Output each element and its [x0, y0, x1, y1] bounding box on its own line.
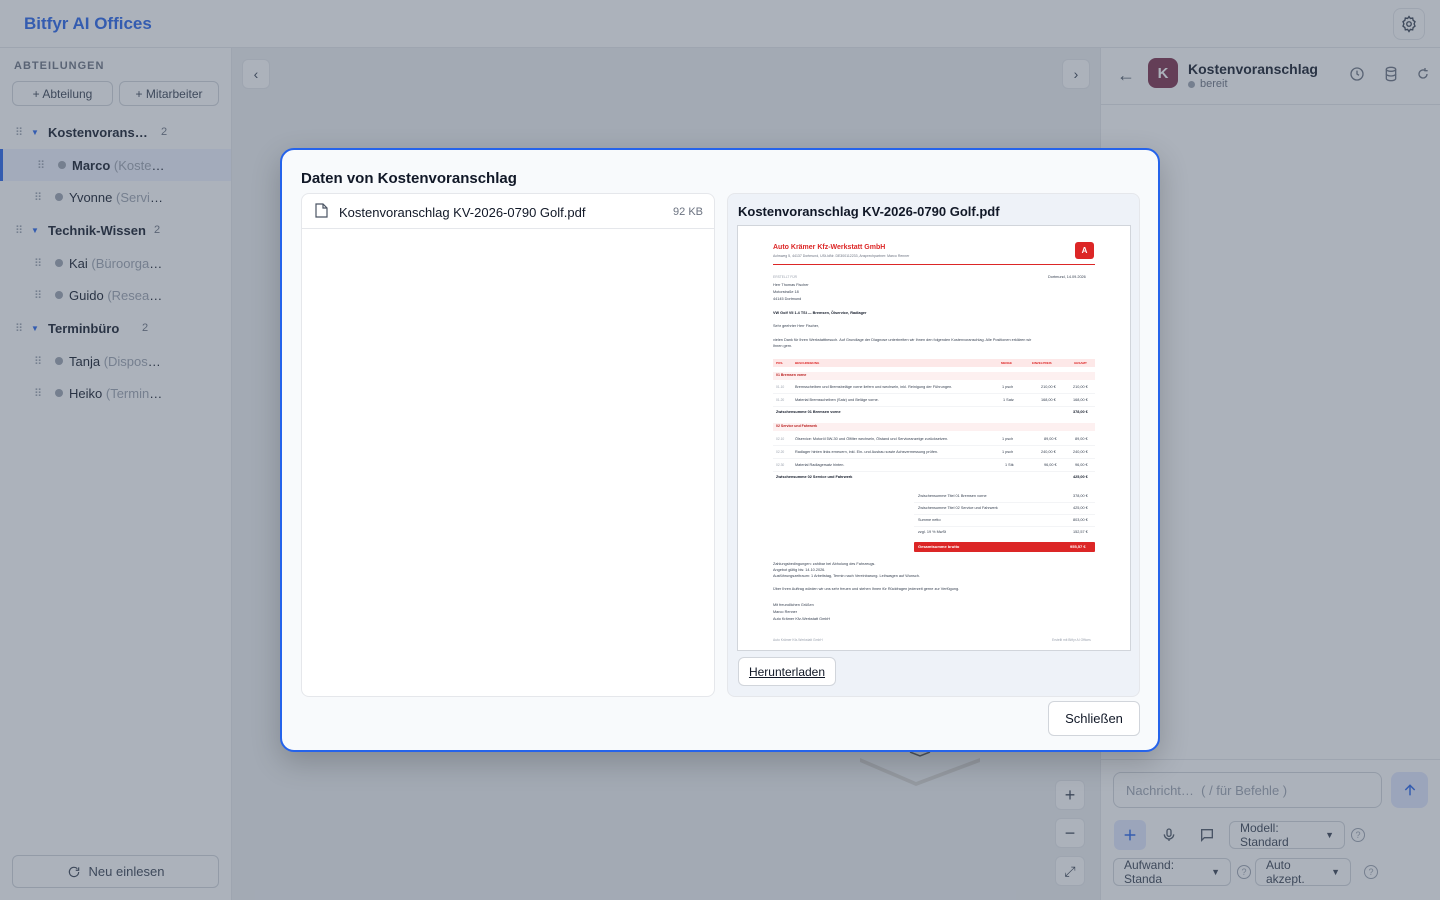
pdf-row-divider: [914, 514, 1095, 515]
file-size: 92 KB: [673, 206, 703, 218]
pdf-summary-value: 378,00 €: [1073, 494, 1088, 498]
pdf-subtotal-value: 378,00 €: [1073, 410, 1088, 414]
pdf-row-divider: [773, 445, 1095, 446]
pdf-row-unit: 89,00 €: [1044, 437, 1057, 441]
pdf-row-qty: 1 psch: [1002, 450, 1014, 454]
data-modal: Daten von Kostenvoranschlag Kostenvorans…: [280, 148, 1160, 752]
pdf-row-desc: Bremsscheiben und Bremsbeläge vorne lief…: [795, 385, 953, 389]
pdf-logo: A: [1075, 242, 1094, 259]
pdf-row-unit: 168,00 €: [1041, 398, 1056, 402]
pdf-row-pos: 01.10: [776, 385, 785, 389]
pdf-terms-line: Zahlungsbedingungen: zahlbar bei Abholun…: [773, 562, 876, 566]
pdf-recipient-line: 44145 Dortmund: [773, 297, 802, 301]
pdf-row-pos: 02.20: [776, 450, 785, 454]
pdf-gross-label: Gesamtsumme brutto: [918, 544, 960, 549]
pdf-th-total: GESAMT: [1074, 361, 1087, 365]
pdf-th-desc: BESCHREIBUNG: [795, 361, 820, 365]
pdf-gross-value: 955,57 €: [1070, 544, 1086, 549]
pdf-subtotal-value: 425,00 €: [1073, 475, 1088, 479]
pdf-salutation: Sehr geehrter Herr Fischer,: [773, 324, 820, 328]
pdf-divider: [773, 264, 1095, 265]
file-icon: [315, 203, 328, 218]
pdf-row-desc: Ölservice: Motoröl 5W-30 und Ölfilter we…: [795, 437, 949, 441]
pdf-section-title: 02 Service und Fahrwerk: [776, 424, 818, 428]
pdf-row-divider: [914, 526, 1095, 527]
pdf-section-title: 01 Bremsen vorne: [776, 373, 807, 377]
pdf-row-total: 210,00 €: [1073, 385, 1088, 389]
pdf-row-pos: 02.10: [776, 437, 785, 441]
pdf-summary-label: Zwischensumme Titel 02 Service und Fahrw…: [918, 506, 998, 510]
pdf-row-desc: Material Radlagersatz hinten.: [795, 463, 845, 467]
modal-title: Daten von Kostenvoranschlag: [301, 170, 517, 187]
file-preview: Kostenvoranschlag KV-2026-0790 Golf.pdf …: [727, 193, 1140, 697]
pdf-summary-value: 152,57 €: [1073, 530, 1088, 534]
pdf-row-divider: [773, 458, 1095, 459]
pdf-row-qty: 1 Satz: [1003, 398, 1014, 402]
pdf-row-desc: Radlager hinten links erneuern, inkl. Ei…: [795, 450, 939, 454]
pdf-signature-line: Auto Krämer Kfz-Werkstatt GmbH: [773, 617, 831, 621]
pdf-row-unit: 210,00 €: [1041, 385, 1056, 389]
pdf-summary-value: 425,00 €: [1073, 506, 1088, 510]
file-name: Kostenvoranschlag KV-2026-0790 Golf.pdf: [339, 205, 586, 220]
pdf-closing-note: Über Ihren Auftrag würden wir uns sehr f…: [773, 587, 960, 591]
file-row[interactable]: Kostenvoranschlag KV-2026-0790 Golf.pdf …: [302, 194, 714, 229]
pdf-signature-line: Mit freundlichen Grüßen: [773, 603, 814, 607]
pdf-th-unit: EINZELPREIS: [1032, 361, 1052, 365]
pdf-row-desc: Material Bremsscheiben (Satz) und Beläge…: [795, 398, 879, 402]
download-button[interactable]: Herunterladen: [738, 657, 836, 686]
file-list: Kostenvoranschlag KV-2026-0790 Golf.pdf …: [301, 193, 715, 697]
pdf-terms-line: Angebot gültig bis: 14.10.2026.: [773, 568, 826, 572]
pdf-row-total: 96,00 €: [1075, 463, 1088, 467]
pdf-row-pos: 02.30: [776, 463, 785, 467]
pdf-footer-right: Erstellt mit Bitfyr AI Offices: [1052, 638, 1091, 642]
pdf-summary-label: Summe netto: [918, 518, 941, 522]
pdf-subtotal-label: Zwischensumme 02 Service und Fahrwerk: [776, 475, 853, 479]
pdf-summary-value: 803,00 €: [1073, 518, 1088, 522]
pdf-section-header: [773, 372, 1095, 380]
pdf-row-total: 89,00 €: [1075, 437, 1088, 441]
pdf-th-pos: POS.: [776, 361, 784, 365]
pdf-row-divider: [773, 471, 1095, 472]
pdf-company: Auto Krämer Kfz-Werkstatt GmbH: [773, 244, 886, 251]
pdf-row-divider: [773, 406, 1095, 407]
pdf-section-header: [773, 423, 1095, 431]
pdf-row-unit: 96,00 €: [1044, 463, 1057, 467]
pdf-row-divider: [914, 502, 1095, 503]
pdf-row-pos: 01.20: [776, 398, 785, 402]
pdf-terms-line: Ausführungszeitraum: 1 Arbeitstag, Termi…: [773, 574, 920, 578]
pdf-row-qty: 1 psch: [1002, 437, 1014, 441]
pdf-document: Auto Krämer Kfz-Werkstatt GmbH Achsweg 5…: [738, 226, 1130, 650]
pdf-signature-line: Marco Renner: [773, 610, 798, 614]
pdf-prepared-for: ERSTELLT FÜR: [773, 275, 798, 279]
pdf-recipient-line: Herr Thomas Fischer: [773, 283, 809, 287]
pdf-address: Achsweg 5, 44137 Dortmund, USt-IdNr. DE3…: [773, 254, 910, 258]
pdf-subtotal-label: Zwischensumme 01 Bremsen vorne: [776, 410, 841, 414]
preview-title: Kostenvoranschlag KV-2026-0790 Golf.pdf: [738, 204, 1000, 219]
close-button[interactable]: Schließen: [1048, 701, 1140, 736]
pdf-row-qty: 1 psch: [1002, 385, 1014, 389]
pdf-recipient-line: Motorstraße 18: [773, 290, 799, 294]
pdf-row-qty: 1 Stk: [1005, 463, 1014, 467]
pdf-place-date: Dortmund, 14.09.2026: [1048, 275, 1086, 279]
pdf-subject: VW Golf VII 1.4 TSI — Bremsen, Ölservice…: [773, 311, 867, 315]
pdf-viewer[interactable]: Auto Krämer Kfz-Werkstatt GmbH Achsweg 5…: [737, 225, 1131, 651]
pdf-th-qty: MENGE: [1001, 361, 1013, 365]
pdf-row-unit: 240,00 €: [1041, 450, 1056, 454]
pdf-summary-label: Zwischensumme Titel 01 Bremsen vorne: [918, 494, 987, 498]
pdf-row-divider: [773, 393, 1095, 394]
pdf-row-total: 240,00 €: [1073, 450, 1088, 454]
pdf-intro-line: vielen Dank für Ihren Werkstattbesuch. A…: [773, 338, 1032, 342]
pdf-footer-left: Auto Krämer Kfz-Werkstatt GmbH: [773, 638, 823, 642]
pdf-summary-label: zzgl. 19 % MwSt: [918, 530, 947, 534]
pdf-intro-line: Ihnen gern.: [773, 344, 793, 348]
pdf-row-total: 168,00 €: [1073, 398, 1088, 402]
